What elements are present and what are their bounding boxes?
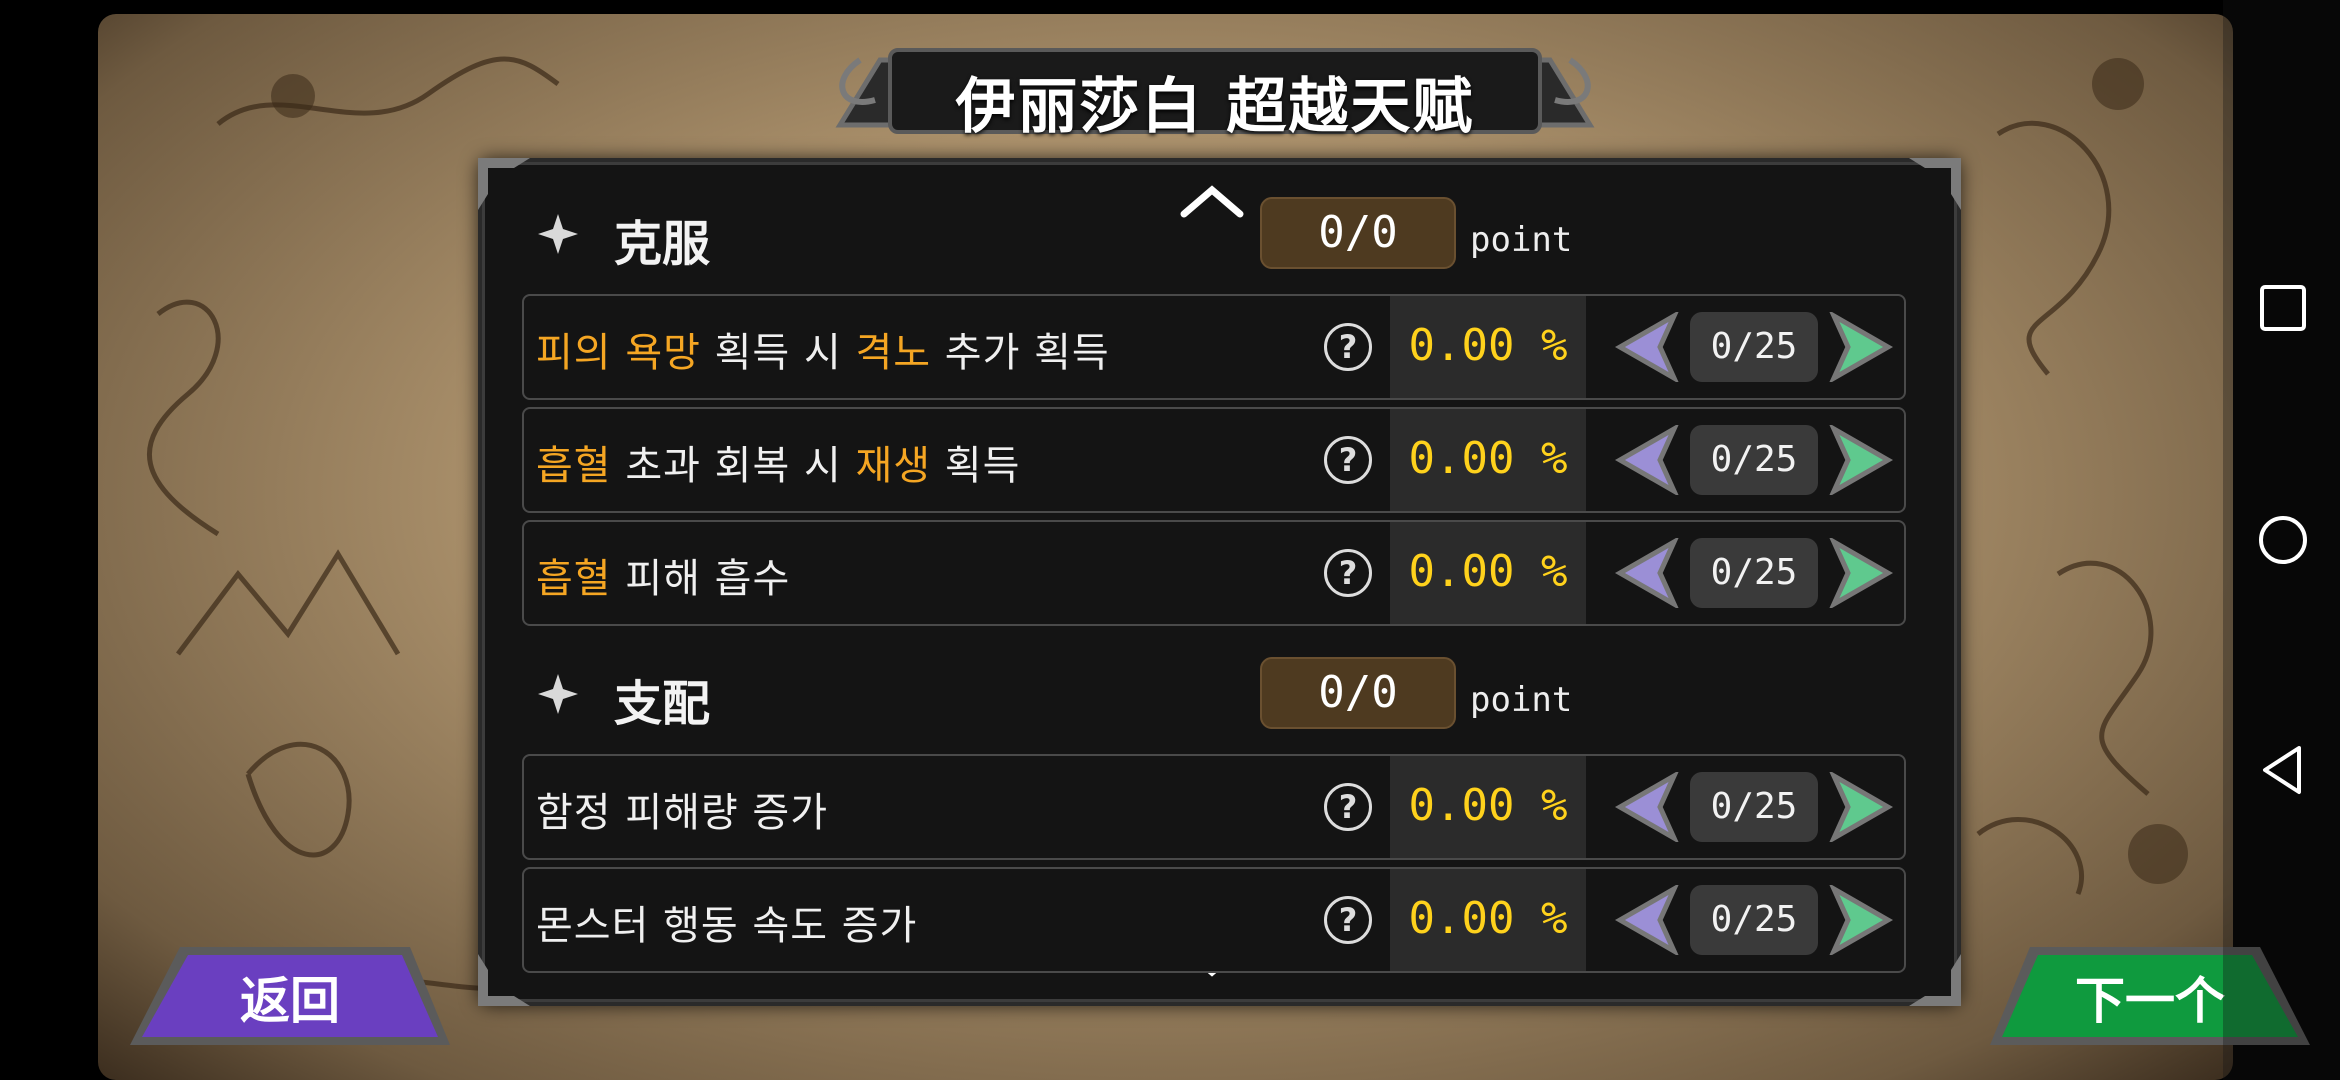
talent-keyword: 재생 — [855, 443, 932, 489]
talent-level-counter: 0/25 — [1690, 425, 1818, 495]
decrease-arrow-icon[interactable] — [1612, 425, 1682, 495]
talent-keyword: 흡혈 — [536, 556, 612, 602]
talent-description: 흡혈 피해 흡수 — [536, 546, 790, 604]
increase-arrow-icon[interactable] — [1826, 425, 1896, 495]
title-plate: 伊丽莎白 超越天赋 — [820, 40, 1610, 142]
increase-arrow-icon[interactable] — [1826, 538, 1896, 608]
percent-box: 0.00 % — [1390, 522, 1586, 624]
talent-percent: 0.00 % — [1408, 320, 1568, 371]
star-icon — [538, 674, 578, 714]
help-icon[interactable]: ? — [1324, 436, 1372, 484]
decrease-arrow-icon[interactable] — [1612, 538, 1682, 608]
help-icon[interactable]: ? — [1324, 323, 1372, 371]
section-points-unit: point — [1470, 680, 1573, 720]
section-points: 0/0 — [1260, 657, 1456, 729]
section-header-overcome: 克服 0/0 point — [530, 194, 1580, 274]
system-nav-bar — [2223, 0, 2340, 1080]
talent-description: 함정 피해량 증가 — [536, 780, 828, 838]
talent-keyword: 흡혈 — [536, 443, 612, 489]
nav-recents-icon[interactable] — [2253, 278, 2313, 338]
talent-percent: 0.00 % — [1408, 546, 1568, 597]
talent-percent: 0.00 % — [1408, 893, 1568, 944]
talent-keyword: 격노 — [855, 330, 932, 376]
section-header-dominate: 支配 0/0 point — [530, 654, 1580, 734]
increase-arrow-icon[interactable] — [1826, 772, 1896, 842]
increase-arrow-icon[interactable] — [1826, 885, 1896, 955]
talent-text: 획득 — [931, 443, 1021, 489]
decrease-arrow-icon[interactable] — [1612, 885, 1682, 955]
section-title: 克服 — [614, 216, 711, 272]
help-icon[interactable]: ? — [1324, 896, 1372, 944]
decrease-arrow-icon[interactable] — [1612, 772, 1682, 842]
talent-level-counter: 0/25 — [1690, 312, 1818, 382]
talent-description: 피의 욕망 획득 시 격노 추가 획득 — [536, 320, 1110, 378]
help-icon[interactable]: ? — [1324, 549, 1372, 597]
increase-arrow-icon[interactable] — [1826, 312, 1896, 382]
talent-keyword: 피의 욕망 — [536, 330, 701, 376]
talent-description: 흡혈 초과 회복 시 재생 획득 — [536, 433, 1020, 491]
decrease-arrow-icon[interactable] — [1612, 312, 1682, 382]
percent-box: 0.00 % — [1390, 409, 1586, 511]
nav-home-icon[interactable] — [2253, 510, 2313, 570]
talent-row: 흡혈 피해 흡수 ? 0.00 % 0/25 — [522, 520, 1906, 626]
talent-text: 함정 피해량 증가 — [536, 790, 829, 836]
percent-box: 0.00 % — [1390, 869, 1586, 971]
talent-description: 몬스터 행동 속도 증가 — [536, 893, 917, 951]
page-title: 伊丽莎白 超越天赋 — [955, 72, 1475, 142]
talent-text: 추가 획득 — [931, 330, 1110, 376]
back-button-label: 返回 — [240, 972, 340, 1030]
section-points: 0/0 — [1260, 197, 1456, 269]
panel-corner-ornament — [478, 158, 530, 210]
percent-box: 0.00 % — [1390, 296, 1586, 398]
panel-corner-ornament — [1909, 954, 1961, 1006]
talent-level-counter: 0/25 — [1690, 772, 1818, 842]
talent-row: 흡혈 초과 회복 시 재생 획득 ? 0.00 % 0/25 — [522, 407, 1906, 513]
talent-text: 몬스터 행동 속도 증가 — [536, 903, 918, 949]
percent-box: 0.00 % — [1390, 756, 1586, 858]
talent-percent: 0.00 % — [1408, 780, 1568, 831]
section-title: 支配 — [614, 676, 711, 732]
help-icon[interactable]: ? — [1324, 783, 1372, 831]
back-button[interactable]: 返回 — [110, 935, 470, 1050]
star-icon — [538, 214, 578, 254]
talent-row: 함정 피해량 증가 ? 0.00 % 0/25 — [522, 754, 1906, 860]
talent-text: 초과 회복 시 — [611, 443, 856, 489]
talent-row: 피의 욕망 획득 시 격노 추가 획득 ? 0.00 % 0/25 — [522, 294, 1906, 400]
talent-text: 획득 시 — [700, 330, 856, 376]
talent-percent: 0.00 % — [1408, 433, 1568, 484]
section-points-unit: point — [1470, 220, 1573, 260]
panel-corner-ornament — [1909, 158, 1961, 210]
talent-level-counter: 0/25 — [1690, 538, 1818, 608]
talent-text: 피해 흡수 — [611, 556, 791, 602]
nav-back-icon[interactable] — [2253, 740, 2313, 800]
talent-row: 몬스터 행동 속도 증가 ? 0.00 % 0/25 — [522, 867, 1906, 973]
talent-level-counter: 0/25 — [1690, 885, 1818, 955]
